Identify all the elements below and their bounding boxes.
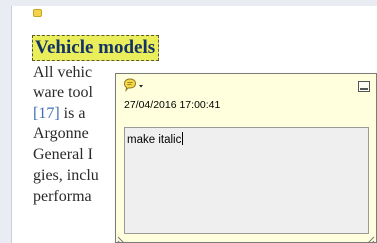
comment-popup[interactable]: 27/04/2016 17:00:41 make italic — [115, 73, 377, 243]
text-fragment: ware tool — [33, 84, 93, 101]
comment-text-field[interactable]: make italic — [124, 127, 369, 234]
resize-grip-right-icon[interactable] — [366, 232, 375, 243]
text-fragment: gies, inclu — [33, 167, 99, 184]
comment-text: make italic — [127, 134, 182, 146]
body-text-line: Argonne — [33, 124, 89, 144]
resize-grip-left-icon[interactable] — [117, 232, 126, 243]
body-text-line: [17] is a — [33, 104, 85, 124]
body-text-line: ware tool — [33, 83, 93, 103]
text-fragment: performa — [33, 188, 92, 205]
text-fragment: Argonne — [33, 125, 89, 142]
text-fragment: General I — [33, 146, 93, 163]
comment-timestamp: 27/04/2016 17:00:41 — [124, 99, 221, 111]
text-cursor — [182, 132, 184, 145]
highlighted-heading[interactable]: Vehicle models — [32, 35, 160, 61]
body-text-line: General I — [33, 145, 93, 165]
body-text-line: performa — [33, 187, 92, 207]
speech-bubble-icon[interactable] — [123, 78, 145, 93]
minimize-button[interactable] — [358, 81, 370, 92]
body-text-line: gies, inclu — [33, 166, 99, 186]
text-fragment: is a — [59, 105, 86, 122]
citation-link[interactable]: [17] — [33, 105, 60, 122]
document-page: Vehicle models All vehic ware tool [17] … — [11, 6, 377, 243]
body-text-line: All vehic — [33, 63, 92, 83]
comment-marker-icon[interactable] — [33, 9, 42, 17]
text-fragment: All vehic — [33, 64, 93, 81]
